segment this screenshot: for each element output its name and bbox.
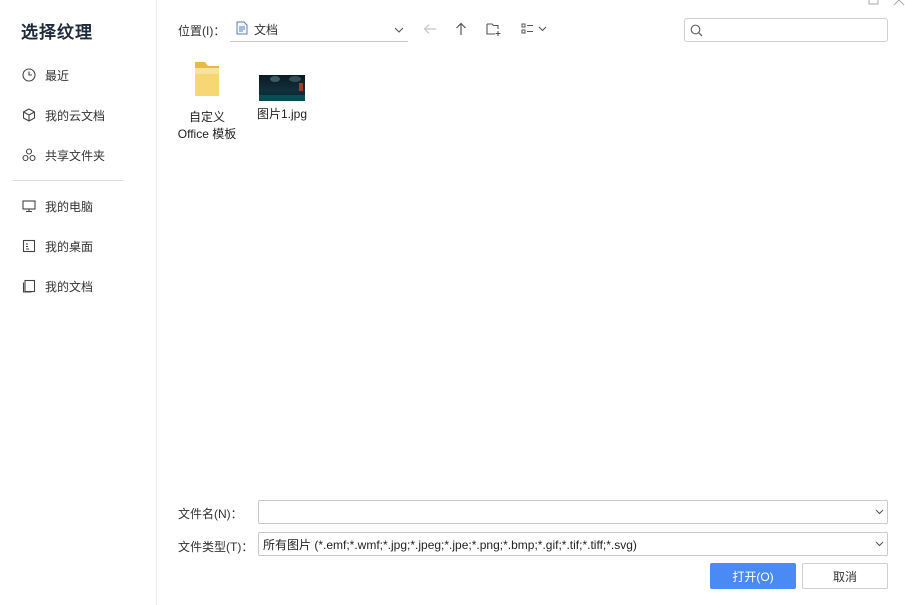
location-value: 文档 — [254, 22, 279, 37]
arrow-up-icon — [456, 22, 466, 35]
sidebar-item-cloud-docs[interactable]: 我的云文档 — [0, 101, 150, 129]
new-folder-icon — [486, 23, 501, 36]
sidebar-item-label: 我的云文档 — [45, 108, 106, 123]
up-button[interactable] — [450, 18, 472, 40]
documents-icon — [21, 278, 37, 294]
filename-label: 文件名(N)： — [178, 507, 243, 521]
sidebar-divider — [13, 180, 123, 181]
sidebar-item-label: 我的电脑 — [45, 199, 94, 214]
filetype-value: 所有图片 (*.emf;*.wmf;*.jpg;*.jpeg;*.jpe;*.p… — [263, 537, 637, 552]
location-label: 位置(I)： — [178, 24, 226, 38]
window-corner-icon — [868, 0, 880, 6]
folder-icon — [191, 58, 223, 103]
new-folder-button[interactable] — [483, 18, 505, 40]
file-name: 自定义 Office 模板 — [177, 110, 237, 141]
list-view-icon — [521, 23, 547, 34]
clock-icon — [21, 67, 37, 83]
file-item-image[interactable]: 图片1.jpg — [245, 58, 319, 123]
sidebar-item-my-desktop[interactable]: 我的桌面 — [0, 232, 150, 260]
view-mode-button[interactable] — [518, 18, 550, 40]
filename-combo[interactable] — [258, 500, 888, 524]
desktop-icon — [21, 238, 37, 254]
back-button[interactable] — [419, 18, 441, 40]
sidebar-item-my-documents[interactable]: 我的文档 — [0, 272, 150, 300]
sidebar-item-label: 最近 — [45, 68, 70, 83]
share-icon — [21, 147, 37, 163]
search-box[interactable] — [684, 18, 888, 42]
filetype-label: 文件类型(T)： — [178, 540, 254, 554]
chevron-down-icon[interactable] — [871, 509, 887, 515]
chevron-down-icon — [394, 22, 404, 36]
sidebar-item-label: 我的文档 — [45, 279, 94, 294]
sidebar-item-label: 共享文件夹 — [45, 148, 106, 163]
filetype-select[interactable]: 所有图片 (*.emf;*.wmf;*.jpg;*.jpeg;*.jpe;*.p… — [258, 532, 888, 556]
monitor-icon — [21, 198, 37, 214]
sidebar-item-recent[interactable]: 最近 — [0, 61, 150, 89]
sidebar-item-my-computer[interactable]: 我的电脑 — [0, 192, 150, 220]
search-input[interactable] — [707, 20, 887, 40]
search-icon — [690, 24, 703, 37]
location-dropdown[interactable]: 文档 — [230, 17, 408, 42]
open-button[interactable]: 打开(O) — [710, 563, 796, 589]
filename-input[interactable] — [259, 502, 871, 522]
chevron-down-icon — [871, 541, 887, 547]
arrow-left-icon — [423, 24, 436, 34]
cancel-button[interactable]: 取消 — [802, 563, 888, 589]
close-icon[interactable] — [893, 0, 905, 6]
sidebar-item-label: 我的桌面 — [45, 239, 94, 254]
cloud-cube-icon — [21, 107, 37, 123]
file-name: 图片1.jpg — [256, 107, 308, 121]
dialog-title: 选择纹理 — [21, 23, 93, 42]
image-thumbnail — [259, 75, 305, 101]
document-icon — [236, 21, 248, 38]
sidebar-item-shared-folder[interactable]: 共享文件夹 — [0, 141, 150, 169]
file-item-folder[interactable]: 自定义 Office 模板 — [170, 58, 244, 143]
sidebar — [0, 0, 157, 605]
